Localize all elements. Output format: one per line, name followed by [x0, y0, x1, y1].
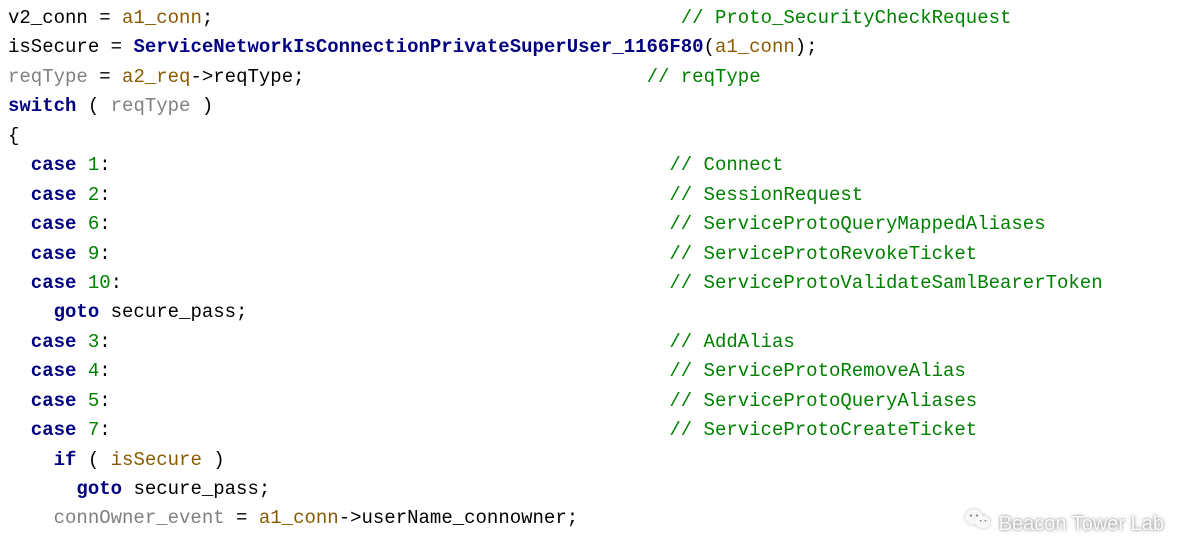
var-issecure: isSecure — [8, 36, 99, 58]
code-line-4: switch ( reqType ) — [8, 92, 1186, 121]
comment: // ServiceProtoValidateSamlBearerToken — [669, 272, 1102, 294]
kw-case: case — [8, 419, 76, 441]
code-line-10: case 10: // ServiceProtoValidateSamlBear… — [8, 269, 1186, 298]
comment: // SessionRequest — [669, 184, 863, 206]
code-line-8: case 6: // ServiceProtoQueryMappedAliase… — [8, 210, 1186, 239]
code-line-17: goto secure_pass; — [8, 475, 1186, 504]
label-securepass: secure_pass — [133, 478, 258, 500]
kw-case: case — [8, 243, 76, 265]
code-line-3: reqType = a2_req->reqType; // reqType — [8, 63, 1186, 92]
switch-expr: reqType — [111, 95, 191, 117]
code-line-15: case 7: // ServiceProtoCreateTicket — [8, 416, 1186, 445]
kw-switch: switch — [8, 95, 76, 117]
comment: // reqType — [647, 66, 761, 88]
comment: // ServiceProtoRemoveAlias — [669, 360, 965, 382]
code-line-2: isSecure = ServiceNetworkIsConnectionPri… — [8, 33, 1186, 62]
case-num: 6 — [88, 213, 99, 235]
var-a1conn: a1_conn — [122, 7, 202, 29]
code-block: v2_conn = a1_conn; // Proto_SecurityChec… — [8, 4, 1186, 534]
label-securepass: secure_pass — [111, 301, 236, 323]
var-reqtype: reqType — [8, 66, 88, 88]
code-line-6: case 1: // Connect — [8, 151, 1186, 180]
kw-case: case — [8, 154, 76, 176]
comment: // ServiceProtoQueryMappedAliases — [669, 213, 1045, 235]
case-num: 5 — [88, 390, 99, 412]
case-num: 9 — [88, 243, 99, 265]
comment: // ServiceProtoRevokeTicket — [669, 243, 977, 265]
kw-case: case — [8, 390, 76, 412]
code-line-18: connOwner_event = a1_conn->userName_conn… — [8, 504, 1186, 533]
kw-if: if — [8, 449, 76, 471]
code-line-14: case 5: // ServiceProtoQueryAliases — [8, 387, 1186, 416]
var-v2conn: v2_conn — [8, 7, 88, 29]
kw-case: case — [8, 360, 76, 382]
case-num: 2 — [88, 184, 99, 206]
case-num: 4 — [88, 360, 99, 382]
field-username: userName_connowner — [362, 507, 567, 529]
case-num: 1 — [88, 154, 99, 176]
comment: // ServiceProtoCreateTicket — [669, 419, 977, 441]
comment: // Proto_SecurityCheckRequest — [681, 7, 1012, 29]
comment: // ServiceProtoQueryAliases — [669, 390, 977, 412]
var-a1conn: a1_conn — [259, 507, 339, 529]
field-reqtype: reqType — [213, 66, 293, 88]
case-num: 3 — [88, 331, 99, 353]
code-line-7: case 2: // SessionRequest — [8, 181, 1186, 210]
kw-case: case — [8, 184, 76, 206]
code-line-12: case 3: // AddAlias — [8, 328, 1186, 357]
code-line-1: v2_conn = a1_conn; // Proto_SecurityChec… — [8, 4, 1186, 33]
var-connowner: connOwner_event — [54, 507, 225, 529]
var-a2req: a2_req — [122, 66, 190, 88]
kw-case: case — [8, 331, 76, 353]
kw-case: case — [8, 213, 76, 235]
code-line-5: { — [8, 122, 1186, 151]
code-line-9: case 9: // ServiceProtoRevokeTicket — [8, 240, 1186, 269]
kw-goto: goto — [8, 301, 99, 323]
code-line-11: goto secure_pass; — [8, 298, 1186, 327]
code-line-16: if ( isSecure ) — [8, 446, 1186, 475]
cond-issecure: isSecure — [111, 449, 202, 471]
comment: // Connect — [669, 154, 783, 176]
kw-case: case — [8, 272, 76, 294]
kw-goto: goto — [8, 478, 122, 500]
arg-a1conn: a1_conn — [715, 36, 795, 58]
case-num: 7 — [88, 419, 99, 441]
fn-call: ServiceNetworkIsConnectionPrivateSuperUs… — [133, 36, 703, 58]
case-num: 10 — [88, 272, 111, 294]
comment: // AddAlias — [669, 331, 794, 353]
code-line-13: case 4: // ServiceProtoRemoveAlias — [8, 357, 1186, 386]
